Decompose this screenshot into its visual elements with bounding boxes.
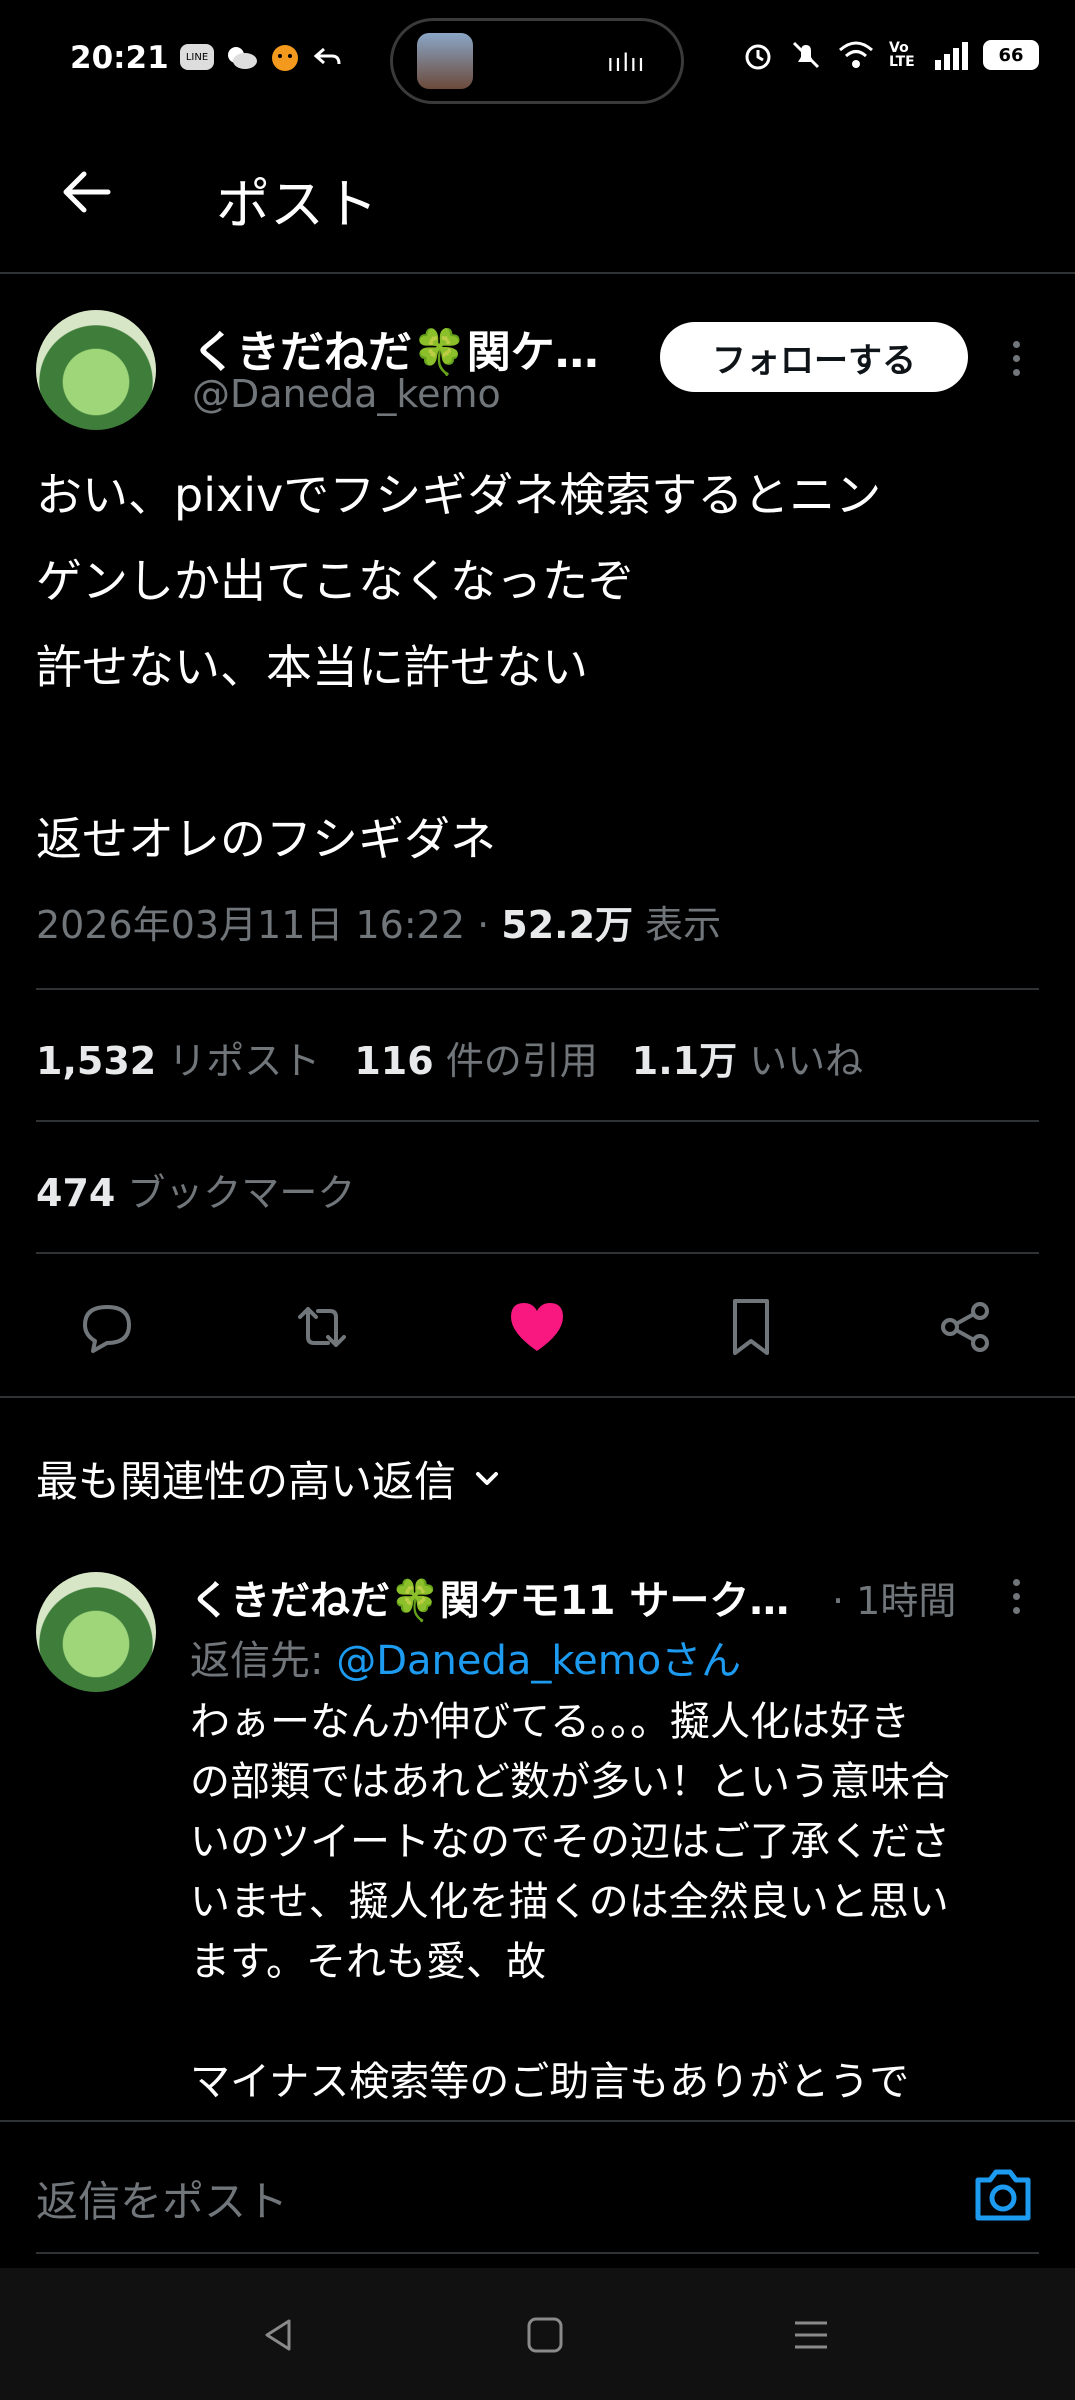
reply-sort-dropdown[interactable]: 最も関連性の高い返信 <box>36 1448 504 1509</box>
share-icon <box>941 1302 989 1352</box>
reply-arrow-icon <box>313 47 341 65</box>
status-bar: 20:21 LINE ıılıı Vo LTE 66 <box>0 0 1075 120</box>
mute-icon <box>792 41 820 69</box>
reply-input[interactable]: 返信をポスト <box>36 2168 288 2229</box>
status-time: 20:21 <box>70 40 169 76</box>
bookmark-icon <box>733 1299 769 1355</box>
likes-stat[interactable]: 1.1万 いいね <box>632 1039 863 1083</box>
nav-back-button[interactable] <box>244 2300 314 2370</box>
bookmarks-count: 474 <box>36 1171 116 1215</box>
audio-wave-icon: ıılıı <box>607 49 646 77</box>
nav-home-button[interactable] <box>510 2300 580 2370</box>
post-meta: 2026年03月11日 16:22 · 52.2万 表示 <box>36 894 721 949</box>
meta-separator: · <box>477 903 490 947</box>
views-count: 52.2万 <box>501 903 634 947</box>
chevron-down-icon <box>476 1471 499 1485</box>
quotes-label: 件の引用 <box>445 1039 598 1083</box>
bookmark-button[interactable] <box>716 1292 786 1362</box>
reply-to-line: 返信先: @Daneda_kemoさん <box>190 1628 741 1686</box>
composer-divider <box>36 2252 1039 2254</box>
more-options-icon[interactable] <box>996 328 1036 388</box>
signal-icon <box>935 42 968 70</box>
reply-more-options-icon[interactable] <box>996 1566 1036 1626</box>
reply-author-name[interactable]: くきだねだ🍀関ケモ11 サーク… <box>190 1568 789 1626</box>
alarm-icon <box>745 44 771 70</box>
repost-button[interactable] <box>287 1292 357 1362</box>
reposts-count: 1,532 <box>36 1039 157 1083</box>
camera-icon <box>975 2169 1031 2221</box>
reply-to-prefix: 返信先: <box>190 1638 337 1684</box>
app-icon <box>272 45 298 71</box>
recents-nav-icon <box>795 2321 827 2349</box>
author-name[interactable]: くきだねだ🍀関ケ… <box>192 316 599 380</box>
repost-icon <box>298 1307 346 1347</box>
meta-divider <box>36 988 1039 990</box>
bookmarks-divider <box>36 1252 1039 1254</box>
likes-count: 1.1万 <box>631 1039 738 1083</box>
like-button[interactable] <box>502 1292 572 1362</box>
views-label: 表示 <box>645 903 722 947</box>
reposts-stat[interactable]: 1,532 リポスト <box>36 1039 320 1083</box>
follow-button[interactable]: フォローする <box>660 322 968 392</box>
reply-button[interactable] <box>72 1292 142 1362</box>
author-handle[interactable]: @Daneda_kemo <box>192 372 501 416</box>
bookmarks-label: ブックマーク <box>127 1171 356 1215</box>
avatar[interactable] <box>36 310 156 430</box>
back-nav-icon <box>265 2319 291 2351</box>
home-nav-icon <box>527 2317 563 2353</box>
reposts-label: リポスト <box>168 1039 321 1083</box>
actions-divider <box>0 1396 1075 1398</box>
reply-avatar[interactable] <box>36 1572 156 1692</box>
sort-label: 最も関連性の高い返信 <box>36 1457 457 1506</box>
post-datetime[interactable]: 2026年03月11日 16:22 <box>36 903 465 947</box>
header-divider <box>0 272 1075 274</box>
line-icon: LINE <box>180 44 214 70</box>
share-button[interactable] <box>931 1292 1001 1362</box>
engagement-stats: 1,532 リポスト 116 件の引用 1.1万 いいね <box>36 1030 863 1085</box>
nav-recents-button[interactable] <box>776 2300 846 2370</box>
camera-button[interactable] <box>968 2160 1038 2230</box>
media-thumbnail <box>417 33 473 89</box>
back-arrow-icon <box>63 171 111 213</box>
reply-time: · 1時間 <box>832 1579 957 1623</box>
likes-label: いいね <box>749 1039 864 1083</box>
battery-icon: 66 <box>983 40 1039 70</box>
quotes-stat[interactable]: 116 件の引用 <box>354 1039 597 1083</box>
reply-icon <box>83 1305 131 1353</box>
stats-divider <box>36 1120 1039 1122</box>
bookmarks-stat[interactable]: 474 ブックマーク <box>36 1162 355 1217</box>
volte-icon: Vo LTE <box>889 40 915 70</box>
page-title: ポスト <box>216 173 378 236</box>
reply-to-mention[interactable]: @Daneda_kemoさん <box>336 1638 741 1684</box>
dynamic-island[interactable]: ıılıı <box>390 18 684 104</box>
wifi-icon <box>839 41 873 68</box>
reply-text: わぁーなんか伸びてる。。。擬人化は好き の部類ではあれど数が多い！という意味合 … <box>190 1699 950 2105</box>
system-icons: Vo LTE 66 <box>741 38 1039 72</box>
back-button[interactable] <box>56 162 116 222</box>
quotes-count: 116 <box>354 1039 434 1083</box>
like-icon <box>511 1303 563 1351</box>
weather-icon <box>228 47 257 69</box>
notification-icons: LINE <box>180 42 342 72</box>
composer-top-divider <box>0 2120 1075 2122</box>
post-text: おい、pixivでフシギダネ検索するとニン ゲンしか出てこなくなったぞ 許せない… <box>36 468 882 866</box>
